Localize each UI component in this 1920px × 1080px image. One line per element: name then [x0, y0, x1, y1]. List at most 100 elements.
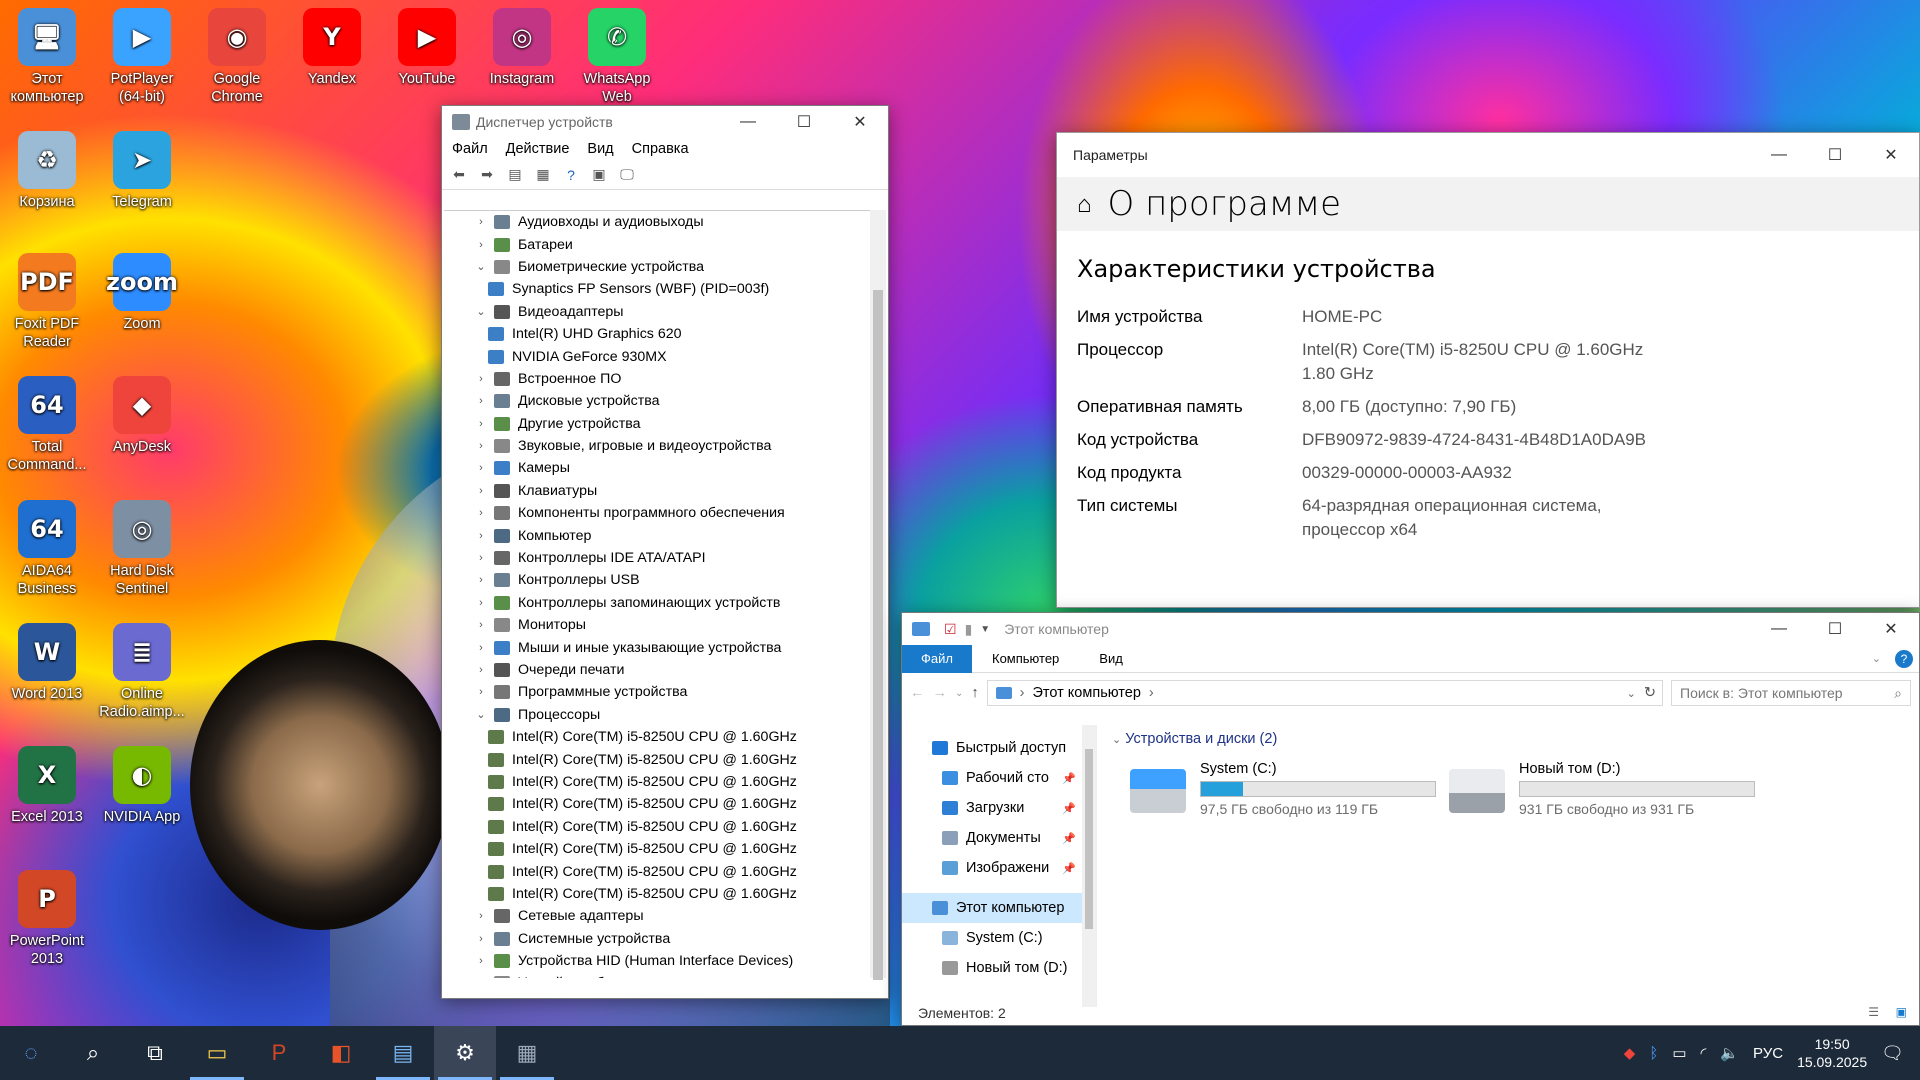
device-item[interactable]: Intel(R) Core(TM) i5-8250U CPU @ 1.60GHz: [444, 860, 870, 882]
help-icon[interactable]: ?: [560, 165, 582, 185]
device-item[interactable]: NVIDIA GeForce 930MX: [444, 345, 870, 367]
device-category[interactable]: › Контроллеры запоминающих устройств: [444, 592, 870, 614]
close-button[interactable]: ✕: [1863, 139, 1919, 171]
minimize-button[interactable]: —: [1751, 613, 1807, 645]
chevron-right-icon[interactable]: ›: [474, 552, 488, 564]
device-category[interactable]: › Дисковые устройства: [444, 390, 870, 412]
nav-item[interactable]: Новый том (D:): [902, 953, 1096, 983]
device-category[interactable]: › Контроллеры USB: [444, 569, 870, 591]
nav-scrollbar[interactable]: [1082, 725, 1096, 1007]
chevron-right-icon[interactable]: ›: [474, 642, 488, 654]
view-icon[interactable]: ▣: [588, 165, 610, 185]
desktop-icon[interactable]: PDF Foxit PDF Reader: [2, 253, 92, 351]
search-icon[interactable]: ⌕: [62, 1026, 124, 1080]
pin-icon[interactable]: 📌: [1062, 862, 1076, 875]
device-category[interactable]: › Клавиатуры: [444, 480, 870, 502]
device-item[interactable]: Synaptics FP Sensors (WBF) (PID=003f): [444, 278, 870, 300]
nav-item[interactable]: Рабочий сто 📌: [902, 763, 1096, 793]
device-category[interactable]: › Компьютер: [444, 524, 870, 546]
scrollbar-thumb[interactable]: [1085, 749, 1093, 929]
chevron-right-icon[interactable]: ›: [474, 686, 488, 698]
device-category[interactable]: ⌄ Видеоадаптеры: [444, 301, 870, 323]
property-value[interactable]: 64-разрядная операционная система, проце…: [1302, 494, 1662, 542]
volume-icon[interactable]: 🔈: [1720, 1044, 1739, 1062]
drive-tile[interactable]: System (C:) 97,5 ГБ свободно из 119 ГБ: [1130, 761, 1436, 817]
scrollbar-thumb[interactable]: [873, 290, 883, 980]
chevron-right-icon[interactable]: ›: [474, 216, 488, 228]
device-category[interactable]: › Аудиовходы и аудиовыходы: [444, 211, 870, 233]
desktop-icon[interactable]: W Word 2013: [2, 623, 92, 703]
nav-item[interactable]: System (C:): [902, 923, 1096, 953]
device-item[interactable]: Intel(R) Core(TM) i5-8250U CPU @ 1.60GHz: [444, 883, 870, 905]
chevron-right-icon[interactable]: ›: [474, 239, 488, 251]
chevron-right-icon[interactable]: ›: [474, 619, 488, 631]
pin-icon[interactable]: 📌: [1062, 832, 1076, 845]
device-item[interactable]: Intel(R) Core(TM) i5-8250U CPU @ 1.60GHz: [444, 726, 870, 748]
pin-icon[interactable]: 📌: [1062, 802, 1076, 815]
language-indicator[interactable]: РУС: [1753, 1045, 1783, 1062]
device-category[interactable]: › Звуковые, игровые и видеоустройства: [444, 435, 870, 457]
desktop-icon[interactable]: P PowerPoint 2013: [2, 870, 92, 968]
desktop-icon[interactable]: ◎ Instagram: [477, 8, 567, 88]
clock[interactable]: 19:50 15.09.2025: [1797, 1035, 1867, 1071]
task-view-icon[interactable]: ⧉: [124, 1026, 186, 1080]
device-category[interactable]: › Компоненты программного обеспечения: [444, 502, 870, 524]
battery-icon[interactable]: ▭: [1672, 1044, 1686, 1062]
new-folder-icon[interactable]: ▮: [965, 621, 973, 638]
property-value[interactable]: 00329-00000-00003-AA932: [1302, 461, 1662, 485]
taskbar-office-icon[interactable]: ◧: [310, 1026, 372, 1080]
chevron-right-icon[interactable]: ›: [474, 910, 488, 922]
desktop-icon[interactable]: 64 AIDA64 Business: [2, 500, 92, 598]
device-category[interactable]: › Встроенное ПО: [444, 368, 870, 390]
chevron-right-icon[interactable]: ›: [474, 395, 488, 407]
nav-item[interactable]: Документы 📌: [902, 823, 1096, 853]
property-value[interactable]: 8,00 ГБ (доступно: 7,90 ГБ): [1302, 395, 1662, 419]
nav-item[interactable]: Загрузки 📌: [902, 793, 1096, 823]
breadcrumb-chevron-icon[interactable]: ›: [1149, 685, 1154, 701]
device-item[interactable]: Intel(R) Core(TM) i5-8250U CPU @ 1.60GHz: [444, 838, 870, 860]
close-button[interactable]: ✕: [1863, 613, 1919, 645]
chevron-right-icon[interactable]: ›: [474, 574, 488, 586]
forward-arrow-icon[interactable]: →: [933, 685, 948, 701]
close-button[interactable]: ✕: [832, 106, 888, 138]
desktop-icon[interactable]: ◉ Google Chrome: [192, 8, 282, 106]
desktop-icon[interactable]: ♻ Корзина: [2, 131, 92, 211]
device-category[interactable]: › Устройства HID (Human Interface Devices…: [444, 950, 870, 972]
home-icon[interactable]: ⌂: [1077, 190, 1092, 219]
drive-tile[interactable]: Новый том (D:) 931 ГБ свободно из 931 ГБ: [1449, 761, 1755, 817]
desktop-icon[interactable]: ≣ Online Radio.aimp...: [97, 623, 187, 721]
chevron-down-icon[interactable]: ⌄: [1112, 734, 1121, 746]
taskbar-powerpoint-icon[interactable]: P: [248, 1026, 310, 1080]
desktop-icon[interactable]: X Excel 2013: [2, 746, 92, 826]
desktop-icon[interactable]: 🖥 Этот компьютер: [2, 8, 92, 106]
minimize-button[interactable]: —: [1751, 139, 1807, 171]
nav-item[interactable]: Быстрый доступ: [902, 733, 1096, 763]
refresh-icon[interactable]: ↻: [1644, 685, 1656, 701]
device-item[interactable]: Intel(R) Core(TM) i5-8250U CPU @ 1.60GHz: [444, 748, 870, 770]
properties-icon[interactable]: ☑: [944, 621, 957, 638]
menu-file[interactable]: Файл: [452, 141, 488, 157]
nav-item[interactable]: Изображени 📌: [902, 853, 1096, 883]
desktop-icon[interactable]: ✆ WhatsApp Web: [572, 8, 662, 106]
back-arrow-icon[interactable]: ⬅: [448, 165, 470, 185]
chevron-right-icon[interactable]: ›: [474, 418, 488, 430]
ribbon-computer-tab[interactable]: Компьютер: [972, 651, 1079, 666]
desktop-icon[interactable]: 64 Total Command...: [2, 376, 92, 474]
desktop-icon[interactable]: Y Yandex: [287, 8, 377, 88]
taskbar-control-panel-icon[interactable]: ▤: [372, 1026, 434, 1080]
desktop-icon[interactable]: ▶ YouTube: [382, 8, 472, 88]
maximize-button[interactable]: ☐: [776, 106, 832, 138]
address-text[interactable]: Этот компьютер: [1032, 685, 1140, 701]
address-dropdown-icon[interactable]: ⌄: [1627, 687, 1636, 700]
chevron-right-icon[interactable]: ›: [474, 373, 488, 385]
address-bar[interactable]: › Этот компьютер › ⌄ ↻: [986, 680, 1663, 706]
bluetooth-icon[interactable]: ᛒ: [1649, 1045, 1658, 1062]
chevron-down-icon[interactable]: ⌄: [474, 708, 488, 721]
anydesk-tray-icon[interactable]: ◆: [1624, 1044, 1636, 1062]
chevron-right-icon[interactable]: ›: [474, 664, 488, 676]
chevron-right-icon[interactable]: ›: [474, 597, 488, 609]
minimize-button[interactable]: —: [720, 106, 776, 138]
property-value[interactable]: HOME-PC: [1302, 305, 1662, 329]
desktop-icon[interactable]: zoom Zoom: [97, 253, 187, 333]
qat-dropdown-icon[interactable]: ▼: [980, 624, 990, 635]
